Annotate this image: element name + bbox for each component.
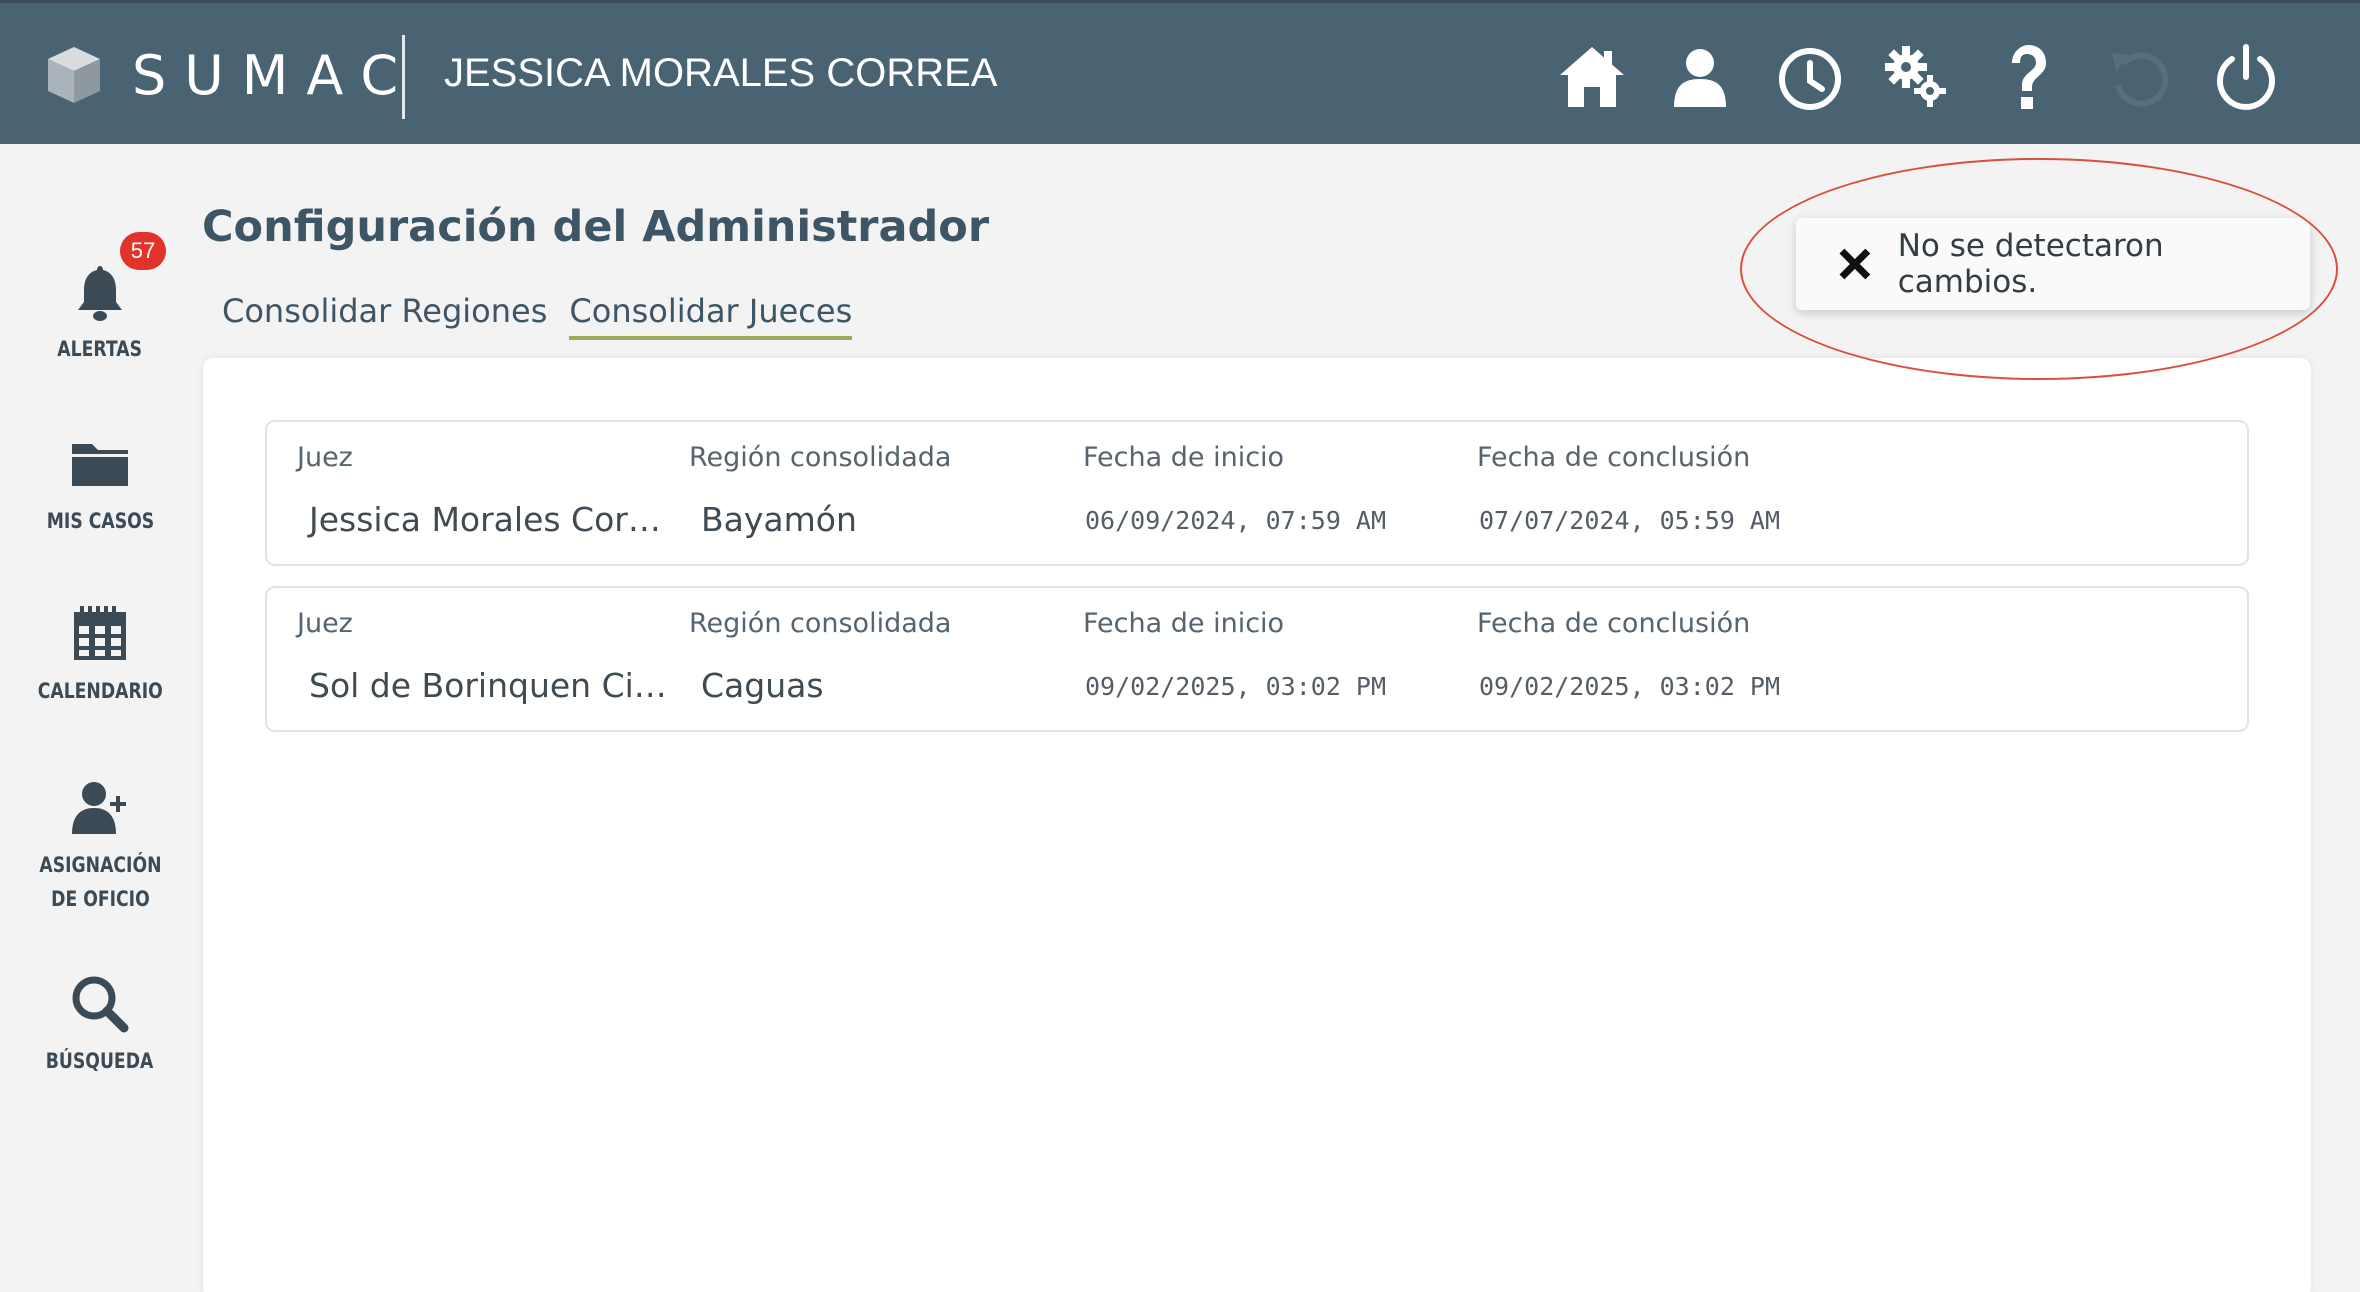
judge-name: Jessica Morales Cor…: [309, 500, 661, 539]
col-head-judge: Juez: [297, 442, 353, 473]
sumac-logo[interactable]: SUMAC: [44, 41, 416, 109]
alert-count-badge: 57: [120, 232, 166, 270]
sidebar-item-label: ALERTAS: [57, 337, 143, 361]
label-line-2: DE OFICIO: [50, 887, 150, 911]
user-name: JESSICA MORALES CORREA: [444, 51, 998, 95]
judge-name: Sol de Borinquen Ci…: [309, 666, 667, 705]
end-date: 07/07/2024, 05:59 AM: [1479, 506, 1781, 535]
col-head-judge: Juez: [297, 608, 353, 639]
help-icon[interactable]: [1990, 41, 2062, 113]
user-icon[interactable]: [1664, 41, 1736, 113]
gears-icon[interactable]: [1880, 41, 1952, 113]
region-name: Bayamón: [701, 500, 857, 539]
col-head-end: Fecha de conclusión: [1477, 608, 1751, 639]
start-date: 06/09/2024, 07:59 AM: [1085, 506, 1387, 535]
col-head-region: Región consolidada: [689, 442, 952, 473]
end-date: 09/02/2025, 03:02 PM: [1479, 672, 1781, 701]
tab-consolidar-regiones[interactable]: Consolidar Regiones: [222, 292, 547, 340]
col-head-start: Fecha de inicio: [1083, 608, 1285, 639]
bell-icon: [78, 266, 122, 321]
undo-icon: [2104, 41, 2176, 113]
home-icon[interactable]: [1556, 41, 1628, 113]
folder-icon: [72, 444, 128, 486]
annotation-ellipse: [1740, 158, 2338, 380]
logo-text: SUMAC: [132, 43, 417, 107]
tab-consolidar-jueces[interactable]: Consolidar Jueces: [569, 292, 853, 340]
judge-card[interactable]: Juez Región consolidada Fecha de inicio …: [265, 586, 2249, 732]
label-line-1: ASIGNACIÓN: [38, 853, 162, 877]
clock-icon[interactable]: [1774, 41, 1846, 113]
col-head-end: Fecha de conclusión: [1477, 442, 1751, 473]
sidebar-item-asignacion-de-oficio[interactable]: ASIGNACIÓN DE OFICIO: [0, 778, 200, 916]
region-name: Caguas: [701, 666, 824, 705]
sidebar-item-label: BÚSQUEDA: [46, 1049, 154, 1073]
user-plus-icon: [72, 782, 126, 834]
sidebar-item-alertas[interactable]: ALERTAS: [0, 262, 200, 366]
col-head-region: Región consolidada: [689, 608, 952, 639]
content-panel: Juez Región consolidada Fecha de inicio …: [203, 358, 2311, 1292]
page-title: Configuración del Administrador: [202, 202, 990, 252]
top-header: SUMAC JESSICA MORALES CORREA: [0, 0, 2360, 144]
sidebar: ALERTAS 57 MIS CASOS CALENDARIO ASIGNACI…: [0, 144, 200, 1292]
start-date: 09/02/2025, 03:02 PM: [1085, 672, 1387, 701]
header-divider: [402, 35, 405, 119]
sidebar-item-label: CALENDARIO: [37, 679, 163, 703]
search-icon: [72, 976, 129, 1033]
sidebar-item-mis-casos[interactable]: MIS CASOS: [0, 434, 200, 538]
sidebar-item-calendario[interactable]: CALENDARIO: [0, 604, 200, 708]
calendar-icon: [74, 606, 126, 660]
tab-bar: Consolidar Regiones Consolidar Jueces: [222, 292, 853, 340]
sidebar-item-label: MIS CASOS: [46, 509, 154, 533]
cube-logo-icon: [48, 47, 100, 103]
judge-card[interactable]: Juez Región consolidada Fecha de inicio …: [265, 420, 2249, 566]
sidebar-item-label: ASIGNACIÓN DE OFICIO: [39, 848, 161, 916]
col-head-start: Fecha de inicio: [1083, 442, 1285, 473]
sidebar-item-busqueda[interactable]: BÚSQUEDA: [0, 974, 200, 1078]
power-icon[interactable]: [2210, 41, 2282, 113]
